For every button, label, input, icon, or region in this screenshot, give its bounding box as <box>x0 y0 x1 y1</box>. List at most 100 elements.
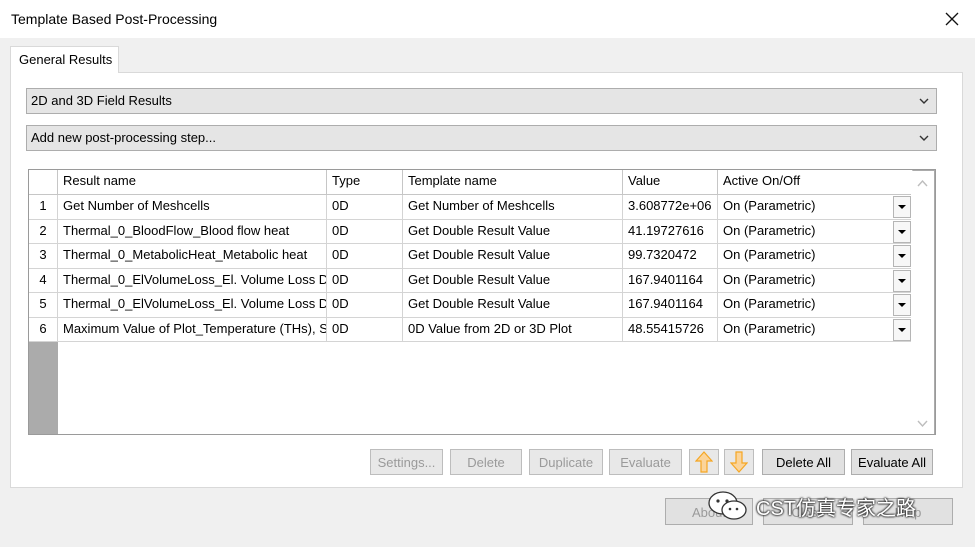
row-header-text: 1 <box>39 198 47 213</box>
cell-active-text: On (Parametric) <box>723 247 816 262</box>
column-header-result-name[interactable]: Result name <box>58 170 327 195</box>
cell-template-name[interactable]: 0D Value from 2D or 3D Plot <box>403 317 623 342</box>
cell-template-name-text: Get Number of Meshcells <box>408 198 555 213</box>
cell-type-text: 0D <box>332 271 349 287</box>
cell-template-name-text: Get Double Result Value <box>408 296 551 311</box>
cell-type-text: 0D <box>332 247 349 262</box>
chevron-down-icon <box>919 135 929 141</box>
active-dropdown-button[interactable] <box>893 245 911 267</box>
cell-result-name-text: Thermal_0_MetabolicHeat_Metabolic heat <box>63 247 308 262</box>
cell-result-name[interactable]: Thermal_0_ElVolumeLoss_El. Volume Loss D… <box>58 268 327 293</box>
cell-template-name[interactable]: Get Double Result Value <box>403 219 623 244</box>
row-header: 5 <box>29 293 58 318</box>
delete-all-button[interactable]: Delete All <box>762 449 845 475</box>
delete-button[interactable]: Delete <box>450 449 522 475</box>
cell-type-text: 0D <box>332 296 349 311</box>
active-dropdown-button[interactable] <box>893 220 911 243</box>
close-window-button[interactable] <box>929 0 975 38</box>
move-down-button[interactable] <box>724 449 754 475</box>
cell-value[interactable]: 3.608772e+06 <box>623 195 718 220</box>
chevron-down-icon <box>919 98 929 104</box>
cell-template-name[interactable]: Get Double Result Value <box>403 268 623 293</box>
cell-active-text: On (Parametric) <box>723 296 816 311</box>
scroll-up-icon[interactable] <box>911 175 934 193</box>
window-title: Template Based Post-Processing <box>11 11 218 27</box>
cell-value[interactable]: 167.9401164 <box>623 293 718 318</box>
evaluate-button[interactable]: Evaluate <box>609 449 682 475</box>
cell-template-name-text: Get Double Result Value <box>408 222 551 238</box>
duplicate-button[interactable]: Duplicate <box>529 449 603 475</box>
cell-type[interactable]: 0D <box>327 244 403 269</box>
row-header: 6 <box>29 317 58 342</box>
results-grid: Result name Type Template name Value Act… <box>28 169 936 435</box>
cell-type[interactable]: 0D <box>327 293 403 318</box>
cell-result-name[interactable]: Thermal_0_BloodFlow_Blood flow heat <box>58 219 327 244</box>
title-bar: Template Based Post-Processing <box>0 0 975 38</box>
column-header-value[interactable]: Value <box>623 170 718 195</box>
add-step-value: Add new post-processing step... <box>31 130 216 145</box>
cell-template-name[interactable]: Get Number of Meshcells <box>403 195 623 220</box>
cell-value[interactable]: 99.7320472 <box>623 244 718 269</box>
active-dropdown-button[interactable] <box>893 294 911 316</box>
cell-value[interactable]: 167.9401164 <box>623 268 718 293</box>
cell-active-text: On (Parametric) <box>723 320 816 336</box>
result-type-dropdown[interactable]: 2D and 3D Field Results <box>26 88 937 114</box>
cell-value[interactable]: 48.55415726 <box>623 317 718 342</box>
cell-type-text: 0D <box>332 222 349 238</box>
result-type-value: 2D and 3D Field Results <box>31 93 172 108</box>
scroll-down-icon[interactable] <box>911 414 934 432</box>
column-header-template-name[interactable]: Template name <box>403 170 623 195</box>
column-header-active[interactable]: Active On/Off <box>718 170 913 195</box>
cell-active[interactable]: On (Parametric) <box>718 293 913 318</box>
settings-button[interactable]: Settings... <box>370 449 443 475</box>
cell-value-text: 48.55415726 <box>628 320 704 336</box>
cell-template-name[interactable]: Get Double Result Value <box>403 244 623 269</box>
corner-header <box>29 170 58 195</box>
arrow-up-icon <box>695 451 713 473</box>
row-header-text: 4 <box>39 271 47 287</box>
cell-active[interactable]: On (Parametric) <box>718 317 913 342</box>
dropdown-arrow-icon <box>898 205 906 209</box>
watermark-text: CST仿真专家之路 <box>756 497 916 520</box>
active-dropdown-button[interactable] <box>893 196 911 218</box>
row-header-text: 2 <box>39 222 47 238</box>
cell-result-name[interactable]: Get Number of Meshcells <box>58 195 327 220</box>
cell-type[interactable]: 0D <box>327 195 403 220</box>
evaluate-all-button[interactable]: Evaluate All <box>851 449 933 475</box>
cell-active[interactable]: On (Parametric) <box>718 268 913 293</box>
cell-value-text: 3.608772e+06 <box>628 198 712 213</box>
close-icon <box>945 12 959 26</box>
active-dropdown-button[interactable] <box>893 269 911 292</box>
cell-template-name-text: Get Double Result Value <box>408 247 551 262</box>
cell-type-text: 0D <box>332 198 349 213</box>
cell-result-name[interactable]: Thermal_0_ElVolumeLoss_El. Volume Loss D… <box>58 293 327 318</box>
cell-active[interactable]: On (Parametric) <box>718 195 913 220</box>
column-header-type[interactable]: Type <box>327 170 403 195</box>
dropdown-arrow-icon <box>898 229 906 234</box>
cell-result-name-text: Thermal_0_ElVolumeLoss_El. Volume Loss D… <box>63 296 327 311</box>
cell-type[interactable]: 0D <box>327 268 403 293</box>
cell-value[interactable]: 41.19727616 <box>623 219 718 244</box>
cell-template-name[interactable]: Get Double Result Value <box>403 293 623 318</box>
watermark: CST仿真专家之路 <box>706 488 916 524</box>
cell-type[interactable]: 0D <box>327 317 403 342</box>
tab-label: General Results <box>19 52 113 67</box>
row-header: 1 <box>29 195 58 220</box>
cell-result-name[interactable]: Maximum Value of Plot_Temperature (THs),… <box>58 317 327 342</box>
add-step-dropdown[interactable]: Add new post-processing step... <box>26 125 937 151</box>
grid-vertical-scrollbar[interactable] <box>911 171 934 434</box>
cell-result-name-text: Thermal_0_BloodFlow_Blood flow heat <box>63 222 290 238</box>
cell-active[interactable]: On (Parametric) <box>718 219 913 244</box>
cell-template-name-text: 0D Value from 2D or 3D Plot <box>408 320 572 336</box>
arrow-down-icon <box>730 451 748 473</box>
cell-value-text: 99.7320472 <box>628 247 697 262</box>
grid-empty-area <box>58 342 913 434</box>
cell-type[interactable]: 0D <box>327 219 403 244</box>
tab-general-results[interactable]: General Results <box>10 46 119 73</box>
wechat-icon <box>708 491 747 520</box>
cell-result-name[interactable]: Thermal_0_MetabolicHeat_Metabolic heat <box>58 244 327 269</box>
move-up-button[interactable] <box>689 449 719 475</box>
row-header: 2 <box>29 219 58 244</box>
active-dropdown-button[interactable] <box>893 318 911 341</box>
cell-active[interactable]: On (Parametric) <box>718 244 913 269</box>
